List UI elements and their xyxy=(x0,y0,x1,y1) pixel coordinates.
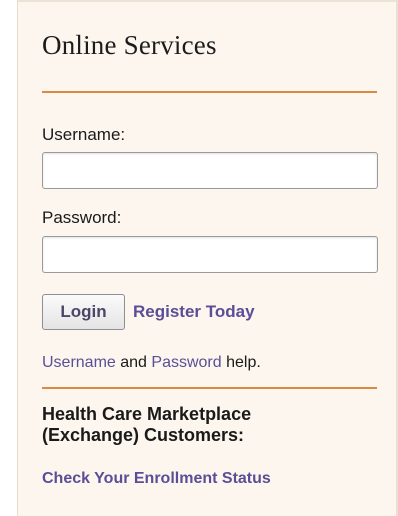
username-help-link[interactable]: Username xyxy=(42,354,116,371)
marketplace-heading: Health Care Marketplace (Exchange) Custo… xyxy=(42,404,362,446)
password-help-link[interactable]: Password xyxy=(151,354,221,371)
help-line: Username and Password help. xyxy=(42,354,261,372)
help-suffix-text: help. xyxy=(221,354,261,371)
panel-top-border xyxy=(17,0,398,2)
register-today-link[interactable]: Register Today xyxy=(133,302,255,322)
title-divider xyxy=(42,91,377,93)
help-and-text: and xyxy=(115,354,152,371)
marketplace-heading-line2: (Exchange) Customers: xyxy=(42,425,245,445)
login-button[interactable]: Login xyxy=(42,294,125,330)
marketplace-heading-line1: Health Care Marketplace xyxy=(42,404,252,424)
password-input[interactable] xyxy=(42,236,378,273)
panel-title: Online Services xyxy=(42,30,217,60)
username-label: Username: xyxy=(42,125,126,144)
password-label: Password: xyxy=(42,208,122,227)
check-enrollment-status-link[interactable]: Check Your Enrollment Status xyxy=(42,470,271,488)
section-divider xyxy=(42,387,377,389)
username-input[interactable] xyxy=(42,152,378,189)
